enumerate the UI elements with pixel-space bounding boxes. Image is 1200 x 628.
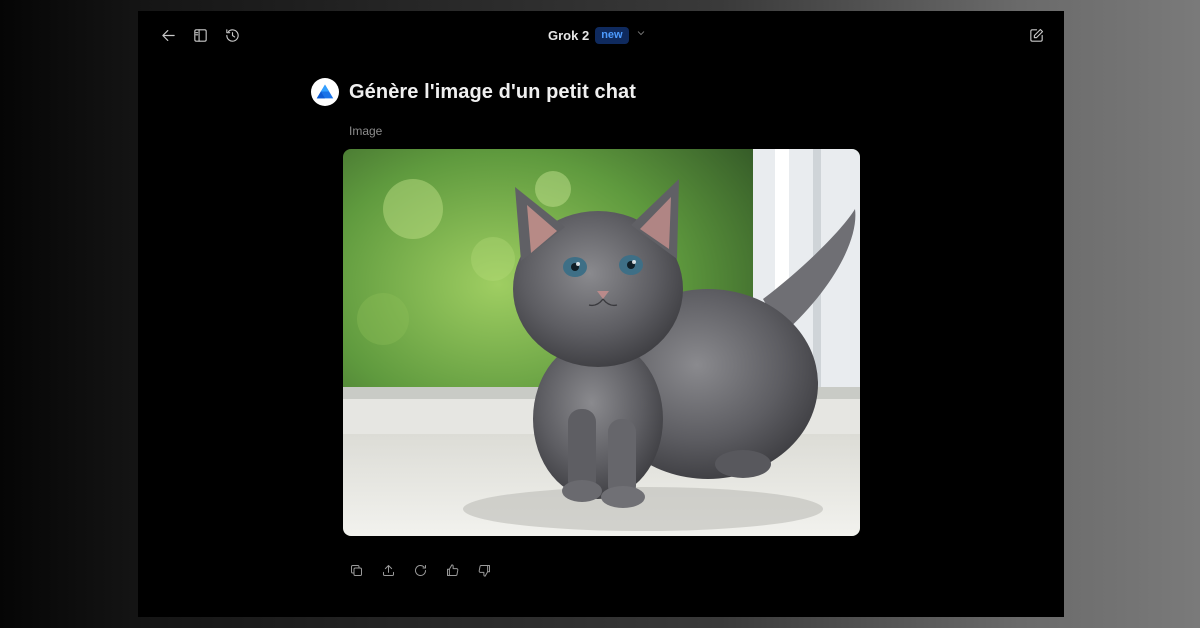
prompt-text: Génère l'image d'un petit chat — [349, 80, 637, 103]
triangle-logo-icon — [316, 84, 334, 99]
copy-icon — [350, 564, 362, 576]
regenerate-icon — [414, 564, 426, 576]
kitten-image — [343, 149, 860, 536]
top-bar: Grok 2 new — [138, 11, 1064, 59]
new-chat-button[interactable] — [1022, 21, 1050, 49]
model-selector[interactable]: Grok 2 new — [548, 24, 647, 46]
generated-image[interactable] — [343, 149, 860, 536]
back-button[interactable] — [154, 21, 182, 49]
user-avatar — [311, 78, 339, 106]
response-type-label: Image — [349, 124, 383, 138]
sidebar-toggle-icon — [193, 28, 207, 42]
copy-button[interactable] — [346, 560, 366, 580]
thumbs-up-icon — [446, 563, 458, 576]
history-button[interactable] — [218, 21, 246, 49]
back-arrow-icon — [161, 29, 175, 41]
new-chat-edit-icon — [1029, 28, 1043, 42]
sidebar-toggle-button[interactable] — [186, 21, 214, 49]
share-icon — [382, 564, 394, 576]
share-button[interactable] — [378, 560, 398, 580]
like-button[interactable] — [442, 560, 462, 580]
user-prompt-row: Génère l'image d'un petit chat — [311, 78, 636, 106]
chevron-down-icon — [635, 26, 647, 44]
dislike-button[interactable] — [474, 560, 494, 580]
thumbs-down-icon — [478, 564, 490, 577]
app-window: Grok 2 new Génère l'image d'un petit cha… — [138, 11, 1064, 617]
response-actions — [346, 560, 494, 580]
new-badge: new — [595, 26, 629, 44]
regenerate-button[interactable] — [410, 560, 430, 580]
model-name: Grok 2 — [548, 27, 590, 43]
history-icon — [225, 28, 239, 42]
